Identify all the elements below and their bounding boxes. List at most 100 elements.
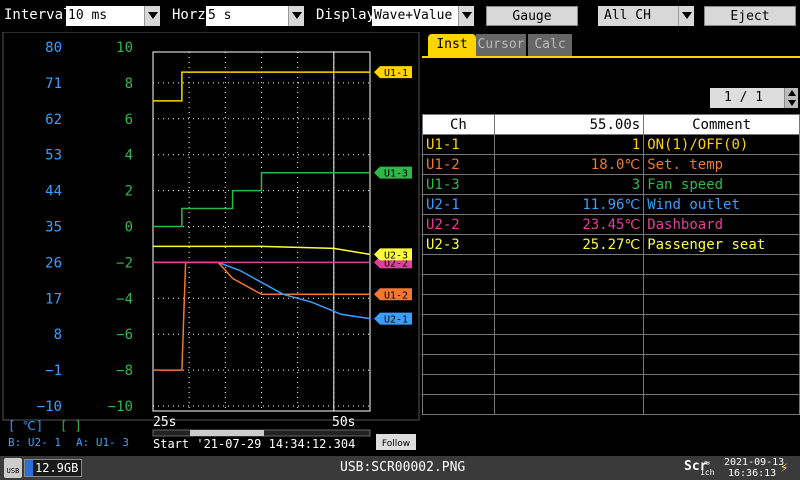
- tab-cursor[interactable]: Cursor: [476, 34, 526, 56]
- eject-button[interactable]: Eject: [704, 6, 796, 26]
- channel-select[interactable]: All CH: [598, 6, 694, 26]
- right-axis-ticks: 10 8 6 4 2 0 −2 −4 −6 −8 −10: [108, 40, 133, 415]
- series-marker-u2-3[interactable]: U2-3: [374, 248, 412, 261]
- right-tick-label: −10: [108, 399, 133, 415]
- series-marker-label: U1-3: [384, 169, 408, 180]
- row-comment: Fan speed: [643, 174, 800, 195]
- right-tick-label: 0: [125, 220, 133, 236]
- display-select[interactable]: Wave+Value: [372, 6, 474, 26]
- table-row[interactable]: U1-2 18.0℃ Set. temp: [422, 154, 800, 175]
- row-value: 23.45℃: [493, 214, 645, 235]
- left-tick-label: −1: [45, 363, 62, 379]
- series-line-u1-1: [153, 71, 370, 102]
- interval-select[interactable]: 10 ms: [66, 6, 160, 26]
- series-marker-u1-2[interactable]: U1-2: [374, 288, 412, 301]
- right-tick-label: 4: [125, 148, 133, 164]
- table-row[interactable]: U2-1 11.96℃ Wind outlet: [422, 194, 800, 215]
- right-tick-label: −8: [116, 363, 133, 379]
- empty-cell: [422, 294, 495, 315]
- right-tick-label: 6: [125, 112, 133, 128]
- series-marker-u2-1[interactable]: U2-1: [374, 312, 412, 326]
- waveform-svg: 80 71 62 53 44 35 26 17 8 −1 −10 10 8 6 4 2 0 −2 −4 −6 −8 −1…: [2, 32, 420, 451]
- row-value: 3: [493, 174, 645, 195]
- series-line-u1-3: [153, 171, 370, 228]
- row-value: 11.96℃: [493, 194, 645, 215]
- a-cursor-label: A: U1- 3: [76, 436, 129, 449]
- chevron-down-icon: [144, 6, 160, 26]
- chart-frame: [2, 32, 420, 421]
- empty-table-row: [422, 314, 800, 335]
- x-end-label: 50s: [332, 415, 355, 430]
- tab-inst[interactable]: Inst: [428, 34, 476, 56]
- empty-cell: [493, 394, 645, 415]
- spinner-icon[interactable]: [784, 88, 798, 108]
- empty-table-row: [422, 374, 800, 395]
- series-marker-label: U2-1: [384, 315, 408, 326]
- header-ch: Ch: [422, 114, 495, 135]
- empty-cell: [422, 314, 495, 335]
- start-time-label: Start '21-07-29 14:34:12.304: [153, 437, 355, 451]
- row-channel: U1-2: [422, 154, 495, 175]
- right-tick-label: −6: [116, 327, 133, 343]
- row-channel: U2-3: [422, 234, 495, 255]
- empty-cell: [422, 354, 495, 375]
- empty-cell: [643, 334, 800, 355]
- page-indicator-text: 1 / 1: [724, 90, 764, 105]
- table-row[interactable]: U1-3 3 Fan speed: [422, 174, 800, 195]
- series-marker-label: U1-2: [384, 290, 408, 301]
- right-tick-label: −2: [116, 255, 133, 271]
- empty-table-row: [422, 354, 800, 375]
- left-tick-label: 62: [45, 112, 62, 128]
- table-row[interactable]: U1-1 1 ON(1)/OFF(0): [422, 134, 800, 155]
- tab-calc[interactable]: Calc: [528, 34, 572, 56]
- value-panel: Inst Cursor Calc 1 / 1 Ch 55.00s Comment…: [422, 32, 800, 456]
- date-label: 2021-09-13: [724, 457, 785, 468]
- table-row[interactable]: U2-3 25.27℃ Passenger seat: [422, 234, 800, 255]
- chevron-down-icon: [288, 6, 304, 26]
- empty-cell: [643, 254, 800, 275]
- table-row[interactable]: U2-2 23.45℃ Dashboard: [422, 214, 800, 235]
- page-indicator[interactable]: 1 / 1: [710, 88, 798, 108]
- row-value: 1: [493, 134, 645, 155]
- left-tick-label: 8: [54, 327, 62, 343]
- empty-cell: [493, 254, 645, 275]
- empty-cell: [493, 354, 645, 375]
- row-channel: U1-3: [422, 174, 495, 195]
- empty-table-row: [422, 394, 800, 415]
- row-comment: Set. temp: [643, 154, 800, 175]
- power-plug-icon: ⚡: [780, 460, 789, 476]
- series-markers: U1-1U1-3U1-2U2-1U2-2U2-3: [374, 66, 412, 326]
- gauge-button[interactable]: Gauge: [486, 6, 578, 26]
- empty-table-row: [422, 274, 800, 295]
- series-marker-u1-3[interactable]: U1-3: [374, 166, 412, 180]
- scroll-thumb[interactable]: [190, 430, 264, 436]
- horz-label: Horz: [172, 7, 206, 23]
- horz-select[interactable]: 5 s: [206, 6, 304, 26]
- series-line-u1-2: [153, 261, 370, 371]
- waveform-chart[interactable]: 80 71 62 53 44 35 26 17 8 −1 −10 10 8 6 4 2 0 −2 −4 −6 −8 −1…: [0, 32, 422, 456]
- series-marker-label: U2-3: [384, 250, 408, 261]
- value-table: Ch 55.00s Comment U1-1 1 ON(1)/OFF(0) U1-2 1…: [422, 114, 800, 415]
- right-tick-label: 10: [116, 40, 133, 56]
- empty-cell: [422, 334, 495, 355]
- series-marker-u1-1[interactable]: U1-1: [374, 66, 412, 79]
- empty-cell: [643, 374, 800, 395]
- right-tick-label: 8: [125, 76, 133, 92]
- status-bar: USB 12.9GB USB:SCR00002.PNG Scr 1ch ≈ 20…: [0, 456, 800, 480]
- empty-cell: [493, 374, 645, 395]
- toolbar: Interval 10 ms Horz 5 s Display Wave+Val…: [0, 0, 800, 32]
- row-channel: U2-1: [422, 194, 495, 215]
- left-tick-label: 17: [45, 291, 62, 307]
- usb-label: USB: [6, 467, 20, 475]
- value-table-body: U1-1 1 ON(1)/OFF(0) U1-2 18.0℃ Set. temp U1-3 3…: [422, 134, 800, 415]
- left-tick-label: 53: [45, 148, 62, 164]
- storage-fill: [25, 460, 34, 476]
- chevron-down-icon: [458, 6, 474, 26]
- left-tick-label: 35: [45, 220, 62, 236]
- saved-file-name: USB:SCR00002.PNG: [340, 460, 466, 475]
- empty-cell: [643, 314, 800, 335]
- storage-free-label: 12.9GB: [35, 461, 79, 475]
- empty-cell: [422, 394, 495, 415]
- time-label: 16:36:13: [728, 468, 777, 479]
- horz-value: 5 s: [208, 8, 232, 23]
